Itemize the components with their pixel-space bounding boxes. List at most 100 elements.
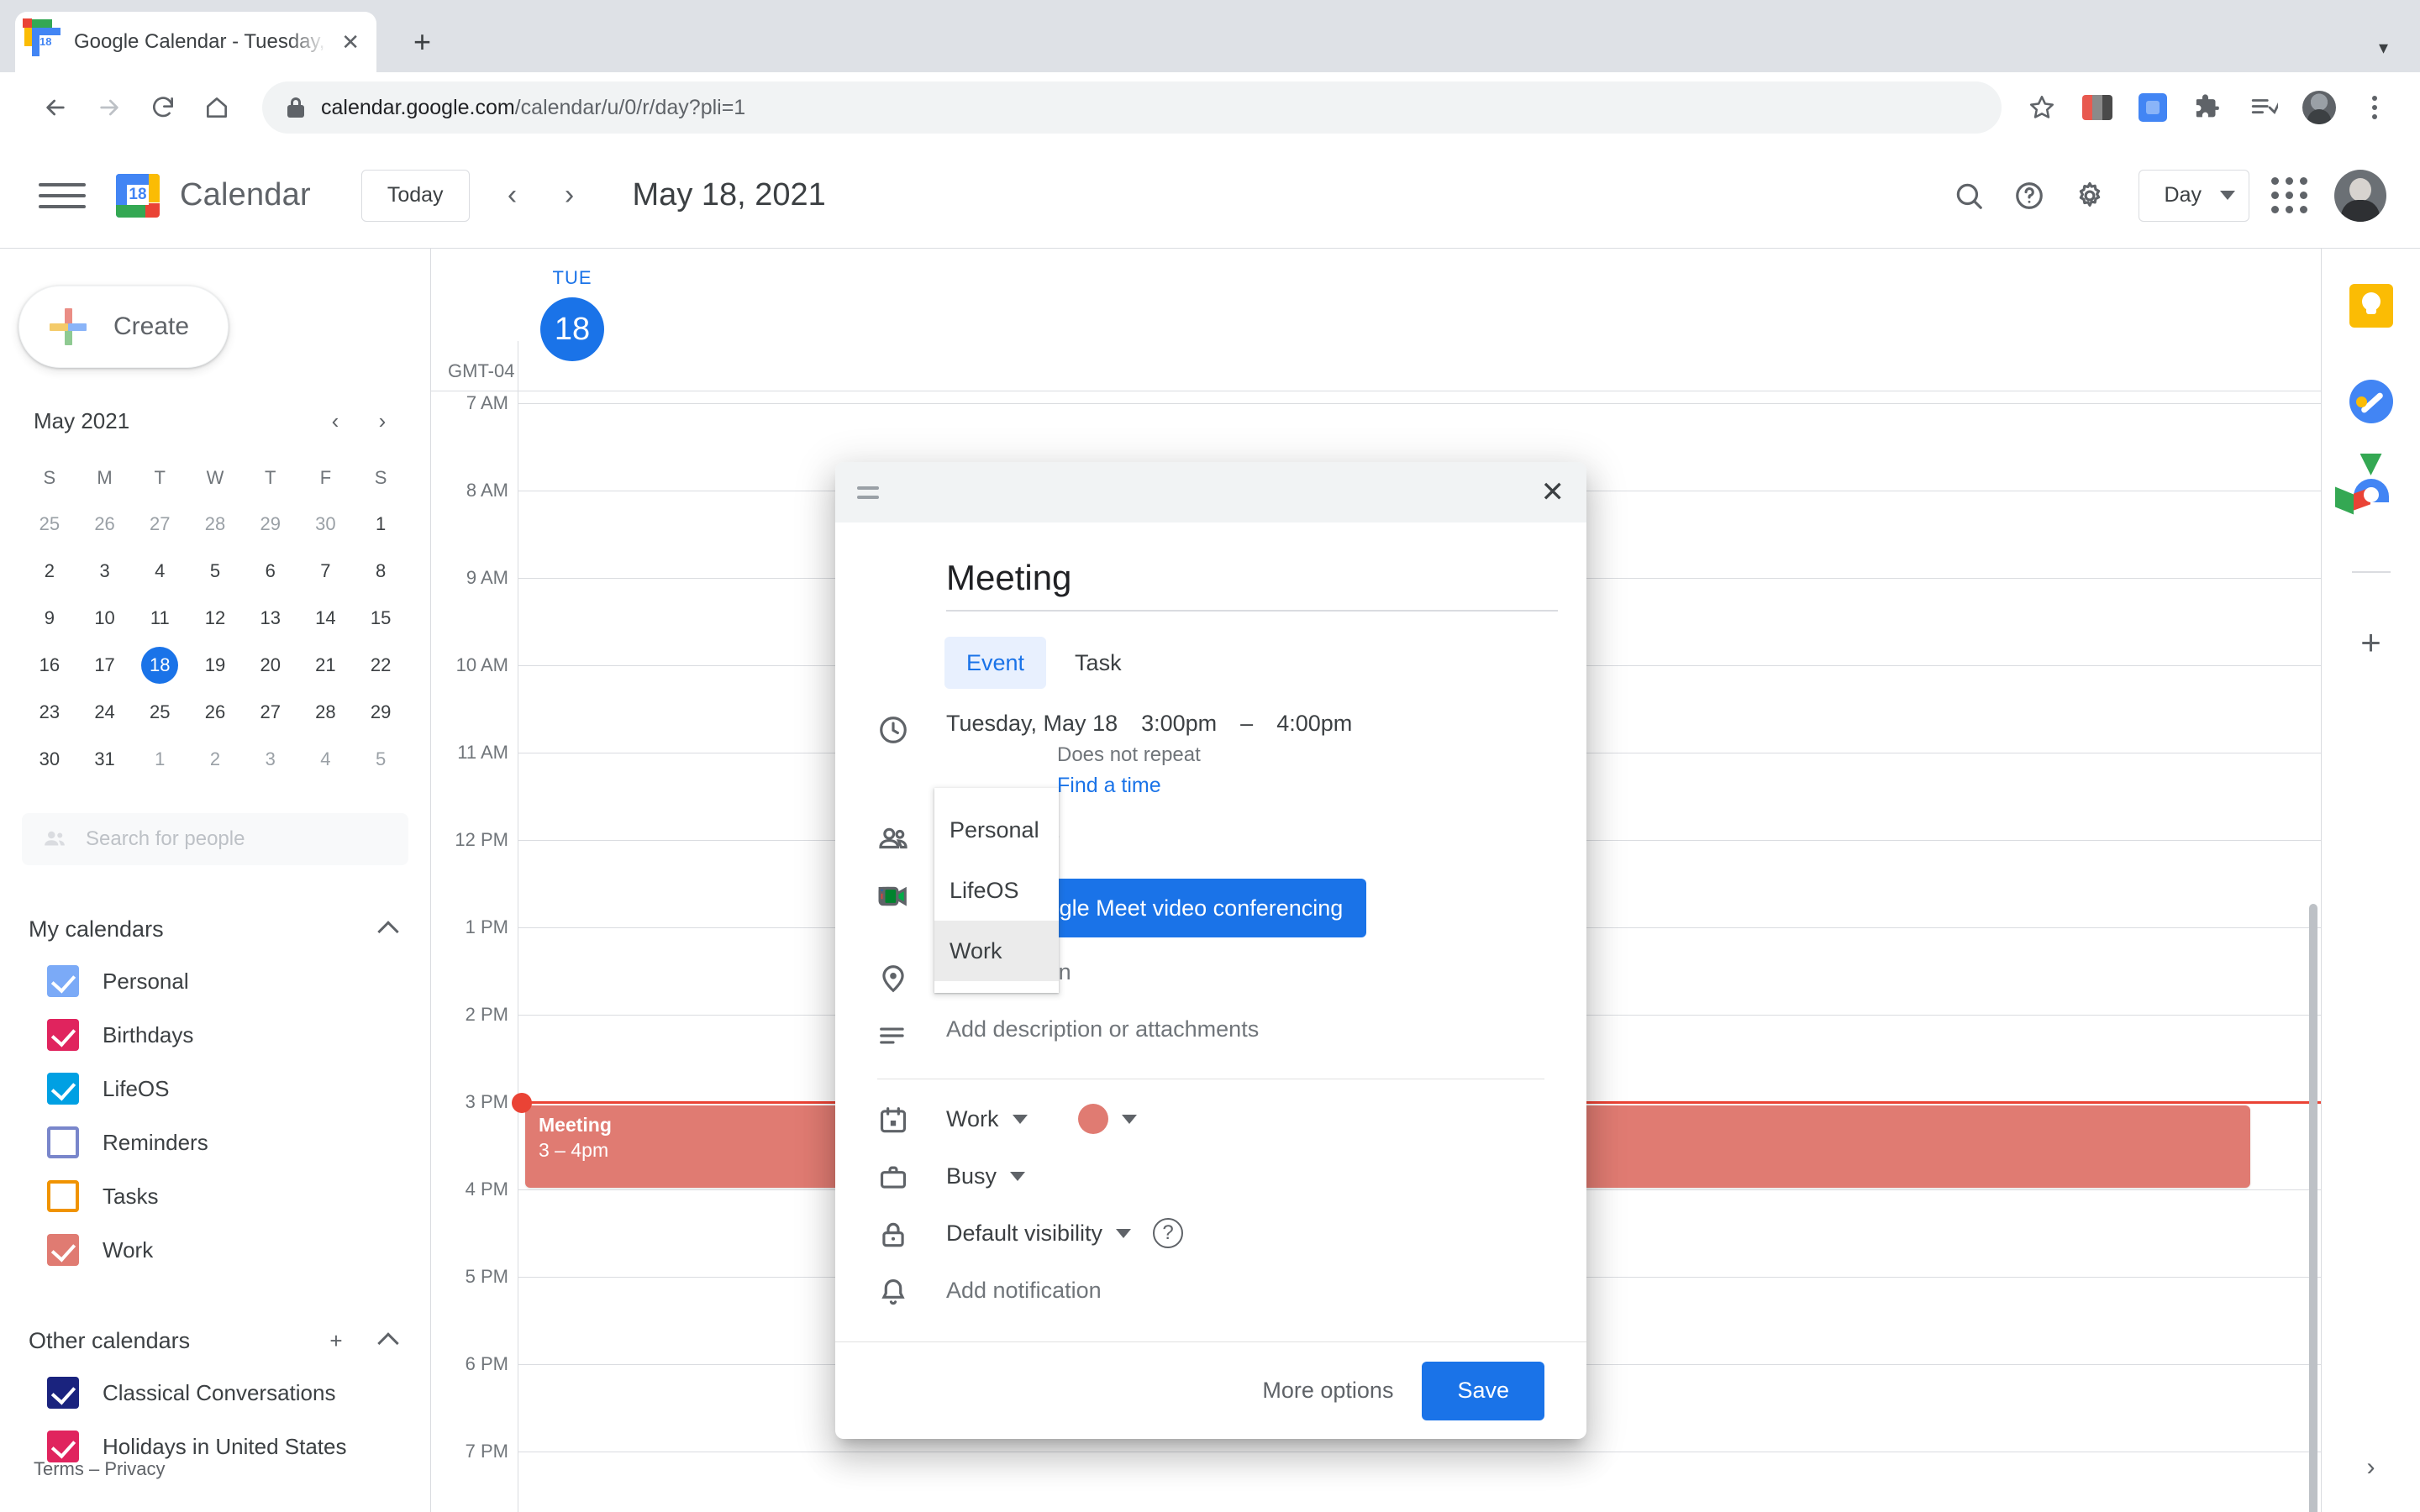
- mini-calendar-day[interactable]: 31: [77, 736, 133, 783]
- vertical-scrollbar[interactable]: [2309, 904, 2317, 1512]
- save-button[interactable]: Save: [1422, 1361, 1544, 1420]
- mini-calendar-day[interactable]: 27: [243, 689, 298, 736]
- reading-list-icon[interactable]: [2247, 91, 2281, 124]
- create-button[interactable]: Create: [18, 286, 229, 368]
- calendar-menu-item[interactable]: LifeOS: [934, 860, 1059, 921]
- mini-prev-month-icon[interactable]: ‹: [316, 402, 355, 440]
- calendar-checkbox[interactable]: [47, 1019, 79, 1051]
- visibility-help-icon[interactable]: ?: [1153, 1218, 1184, 1248]
- mini-calendar-day[interactable]: 16: [22, 642, 77, 689]
- google-keep-icon[interactable]: [2349, 284, 2393, 328]
- search-people-input[interactable]: Search for people: [22, 813, 408, 865]
- hour-row[interactable]: 7 PM: [431, 1441, 2321, 1512]
- other-calendar-item[interactable]: Classical Conversations: [0, 1366, 430, 1420]
- mini-calendar-day[interactable]: 1: [353, 501, 408, 548]
- forward-button[interactable]: [82, 81, 136, 134]
- visibility-selector[interactable]: Default visibility: [946, 1221, 1132, 1247]
- today-button[interactable]: Today: [360, 169, 470, 222]
- calendar-checkbox[interactable]: [47, 1234, 79, 1266]
- add-description-input[interactable]: Add description or attachments: [946, 1016, 1259, 1042]
- mini-calendar-day[interactable]: 15: [353, 595, 408, 642]
- mini-calendar-day[interactable]: 26: [187, 689, 243, 736]
- mini-calendar-day[interactable]: 2: [187, 736, 243, 783]
- mini-calendar-day[interactable]: 11: [132, 595, 187, 642]
- close-icon[interactable]: ✕: [1541, 478, 1565, 507]
- calendar-selector[interactable]: Work: [946, 1106, 1028, 1132]
- gear-icon[interactable]: [2063, 169, 2117, 223]
- my-calendar-item[interactable]: Reminders: [0, 1116, 430, 1169]
- back-button[interactable]: [29, 81, 82, 134]
- mini-calendar-day[interactable]: 27: [132, 501, 187, 548]
- repeat-selector[interactable]: Does not repeat: [1057, 743, 1544, 767]
- mini-calendar-day[interactable]: 2: [22, 548, 77, 595]
- mini-calendar-day[interactable]: 4: [132, 548, 187, 595]
- home-button[interactable]: [190, 81, 244, 134]
- help-icon[interactable]: [2002, 169, 2056, 223]
- mini-calendar-day[interactable]: 28: [298, 689, 354, 736]
- add-other-calendar-icon[interactable]: +: [318, 1322, 355, 1359]
- mini-calendar-day[interactable]: 24: [77, 689, 133, 736]
- calendar-checkbox[interactable]: [47, 1180, 79, 1212]
- tab-task[interactable]: Task: [1053, 637, 1144, 689]
- mini-calendar-day[interactable]: 5: [187, 548, 243, 595]
- main-menu-icon[interactable]: [39, 172, 86, 219]
- mini-calendar-day[interactable]: 20: [243, 642, 298, 689]
- previous-day-icon[interactable]: ‹: [487, 170, 539, 222]
- mini-calendar-day[interactable]: 6: [243, 548, 298, 595]
- mini-calendar-day[interactable]: 25: [132, 689, 187, 736]
- mini-calendar-day[interactable]: 29: [353, 689, 408, 736]
- view-selector[interactable]: Day: [2138, 169, 2249, 222]
- add-addon-icon[interactable]: +: [2360, 625, 2381, 660]
- other-calendars-collapse-icon[interactable]: [370, 1322, 407, 1359]
- browser-tab[interactable]: 18 Google Calendar - Tuesday, Ma ✕: [15, 12, 376, 72]
- mini-calendar-day[interactable]: 25: [22, 501, 77, 548]
- event-end-time[interactable]: 4:00pm: [1276, 711, 1352, 737]
- mini-calendar-day[interactable]: 8: [353, 548, 408, 595]
- day-number-badge[interactable]: 18: [540, 297, 604, 361]
- my-calendar-item[interactable]: LifeOS: [0, 1062, 430, 1116]
- mini-calendar-day[interactable]: 21: [298, 642, 354, 689]
- mini-calendar-day[interactable]: 19: [187, 642, 243, 689]
- mini-calendar-day[interactable]: 3: [77, 548, 133, 595]
- mini-calendar-day[interactable]: 30: [22, 736, 77, 783]
- mini-calendar-day[interactable]: 18: [132, 642, 187, 689]
- availability-selector[interactable]: Busy: [946, 1163, 1026, 1189]
- calendar-checkbox[interactable]: [47, 1377, 79, 1409]
- mini-calendar-day[interactable]: 10: [77, 595, 133, 642]
- my-calendar-item[interactable]: Personal: [0, 954, 430, 1008]
- event-date[interactable]: Tuesday, May 18: [946, 711, 1118, 737]
- my-calendars-collapse-icon[interactable]: [370, 911, 407, 948]
- close-tab-icon[interactable]: ✕: [341, 31, 360, 53]
- tab-event[interactable]: Event: [944, 637, 1047, 689]
- calendar-checkbox[interactable]: [47, 1126, 79, 1158]
- add-notification-button[interactable]: Add notification: [946, 1278, 1102, 1304]
- chrome-menu-icon[interactable]: [2358, 91, 2391, 124]
- extension-blue-icon[interactable]: [2136, 91, 2170, 124]
- extension-avast-icon[interactable]: [2081, 91, 2114, 124]
- find-a-time-link[interactable]: Find a time: [1057, 774, 1544, 798]
- google-tasks-icon[interactable]: [2349, 380, 2393, 423]
- drag-handle-icon[interactable]: [857, 486, 879, 499]
- mini-next-month-icon[interactable]: ›: [363, 402, 402, 440]
- mini-calendar-day[interactable]: 14: [298, 595, 354, 642]
- account-avatar[interactable]: [2334, 169, 2386, 222]
- mini-calendar-day[interactable]: 12: [187, 595, 243, 642]
- other-calendars-header[interactable]: Other calendars +: [0, 1315, 430, 1366]
- search-icon[interactable]: [1942, 169, 1996, 223]
- mini-calendar-day[interactable]: 9: [22, 595, 77, 642]
- new-tab-button[interactable]: +: [413, 27, 431, 72]
- my-calendar-item[interactable]: Work: [0, 1223, 430, 1277]
- terms-privacy-link[interactable]: Terms – Privacy: [34, 1458, 165, 1480]
- mini-calendar-day[interactable]: 7: [298, 548, 354, 595]
- bookmark-star-icon[interactable]: [2025, 91, 2059, 124]
- mini-calendar-day[interactable]: 26: [77, 501, 133, 548]
- color-selector[interactable]: [1077, 1104, 1137, 1134]
- mini-calendar-day[interactable]: 13: [243, 595, 298, 642]
- next-day-icon[interactable]: ›: [544, 170, 596, 222]
- my-calendars-header[interactable]: My calendars: [0, 904, 430, 954]
- mini-calendar-day[interactable]: 4: [298, 736, 354, 783]
- my-calendar-item[interactable]: Tasks: [0, 1169, 430, 1223]
- calendar-checkbox[interactable]: [47, 965, 79, 997]
- mini-calendar-day[interactable]: 3: [243, 736, 298, 783]
- calendar-menu-item[interactable]: Work: [934, 921, 1059, 981]
